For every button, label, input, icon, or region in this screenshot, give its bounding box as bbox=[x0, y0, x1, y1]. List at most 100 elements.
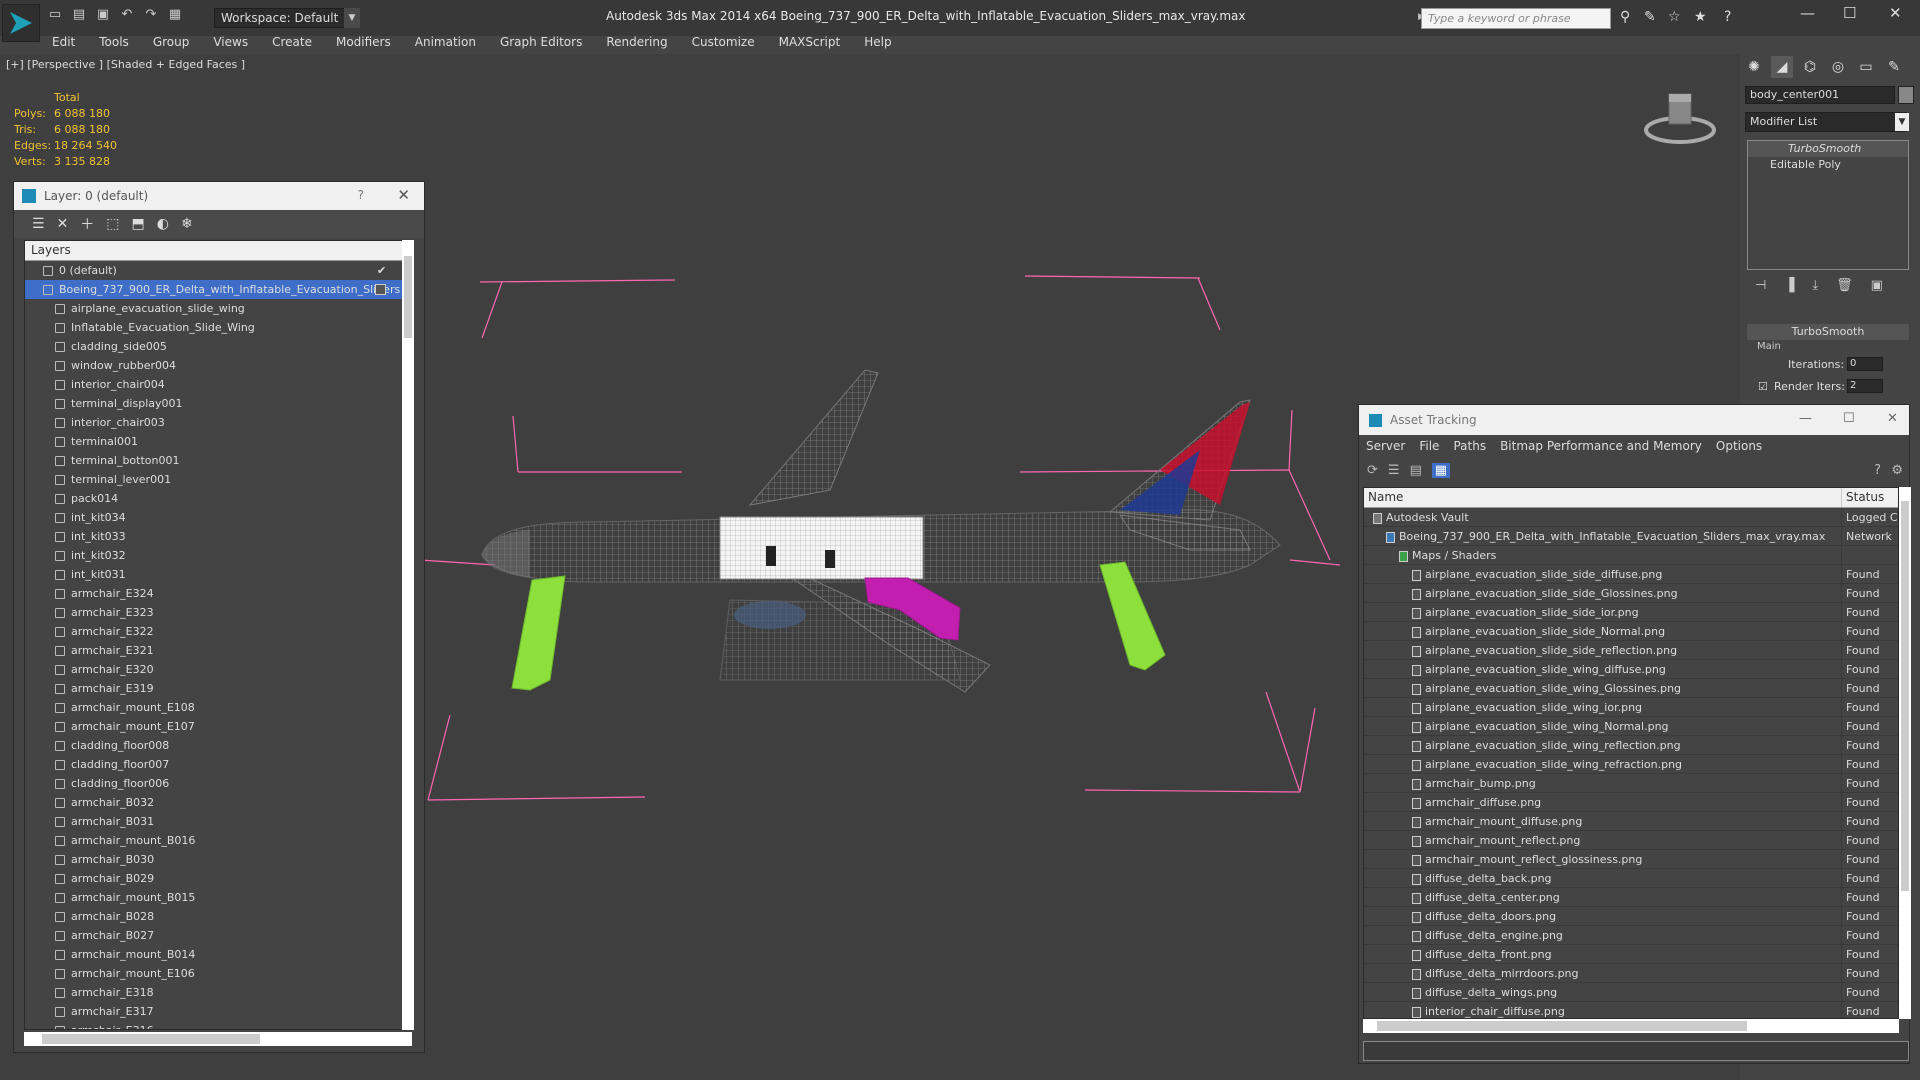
make-unique-icon[interactable]: ⤓ bbox=[1812, 278, 1818, 293]
help-icon[interactable]: ? bbox=[1874, 463, 1881, 478]
layer-item[interactable]: cladding_side005 bbox=[25, 337, 411, 356]
asset-row[interactable]: airplane_evacuation_slide_wing_refractio… bbox=[1364, 755, 1898, 774]
layer-item[interactable]: terminal_botton001 bbox=[25, 451, 411, 470]
layer-item[interactable]: armchair_E323 bbox=[25, 603, 411, 622]
asset-row[interactable]: airplane_evacuation_slide_side_diffuse.p… bbox=[1364, 565, 1898, 584]
asset-table-hscrollbar[interactable] bbox=[1363, 1019, 1899, 1033]
layer-item[interactable]: cladding_floor006 bbox=[25, 774, 411, 793]
freeze-all-icon[interactable]: ❄ bbox=[181, 216, 193, 232]
object-name-field[interactable]: body_center001 bbox=[1745, 86, 1895, 104]
workspace-dropdown[interactable]: Workspace: Default bbox=[214, 8, 354, 28]
table-view-icon[interactable]: ▦ bbox=[1431, 462, 1450, 478]
layer-item[interactable]: 0 (default) ✔ bbox=[25, 261, 411, 280]
layer-item[interactable]: armchair_B031 bbox=[25, 812, 411, 831]
layer-item[interactable]: armchair_mount_B016 bbox=[25, 831, 411, 850]
layer-item[interactable]: armchair_mount_B015 bbox=[25, 888, 411, 907]
layer-window-titlebar[interactable]: Layer: 0 (default) ? ✕ bbox=[14, 182, 424, 210]
set-current-layer-checkbox[interactable] bbox=[375, 284, 386, 295]
asset-row[interactable]: interior_chair_diffuse.png Found bbox=[1364, 1002, 1898, 1018]
layer-item[interactable]: airplane_evacuation_slide_wing bbox=[25, 299, 411, 318]
layer-item[interactable]: cladding_floor008 bbox=[25, 736, 411, 755]
layer-item[interactable]: cladding_floor007 bbox=[25, 755, 411, 774]
iterations-spinner[interactable]: 0 bbox=[1847, 357, 1883, 371]
asset-row[interactable]: armchair_mount_reflect.png Found bbox=[1364, 831, 1898, 850]
add-to-layer-icon[interactable]: ＋ bbox=[80, 214, 94, 234]
hierarchy-tab-icon[interactable]: ⌬ bbox=[1799, 56, 1821, 78]
asset-row[interactable]: diffuse_delta_wings.png Found bbox=[1364, 983, 1898, 1002]
create-layer-icon[interactable]: ☰ bbox=[32, 216, 45, 232]
modify-tab-icon[interactable]: ◢ bbox=[1771, 56, 1793, 78]
minimize-icon[interactable]: — bbox=[1799, 411, 1812, 426]
binoculars-icon[interactable]: ⚲ bbox=[1620, 9, 1630, 25]
layer-item[interactable]: armchair_B028 bbox=[25, 907, 411, 926]
search-input[interactable]: Type a keyword or phrase bbox=[1421, 8, 1611, 29]
layer-item[interactable]: armchair_mount_E107 bbox=[25, 717, 411, 736]
asset-tracking-titlebar[interactable]: Asset Tracking — ☐ ✕ bbox=[1359, 405, 1909, 435]
modifier-list-dropdown[interactable]: Modifier List bbox=[1745, 112, 1907, 132]
object-color-swatch[interactable] bbox=[1898, 86, 1914, 104]
close-icon[interactable]: ✕ bbox=[397, 186, 410, 204]
asset-row[interactable]: airplane_evacuation_slide_side_ior.png Fo… bbox=[1364, 603, 1898, 622]
status-column-header[interactable]: Status bbox=[1842, 488, 1888, 507]
layer-item[interactable]: Inflatable_Evacuation_Slide_Wing bbox=[25, 318, 411, 337]
scroll-thumb[interactable] bbox=[1377, 1021, 1747, 1031]
airplane-model[interactable] bbox=[420, 260, 1340, 820]
menu-customize[interactable]: Customize bbox=[680, 33, 767, 53]
asset-row[interactable]: airplane_evacuation_slide_wing_Glossines… bbox=[1364, 679, 1898, 698]
app-logo-button[interactable] bbox=[2, 4, 40, 42]
menu-help[interactable]: Help bbox=[852, 33, 903, 53]
menu-rendering[interactable]: Rendering bbox=[594, 33, 679, 53]
tree-view-icon[interactable]: ▤ bbox=[1410, 463, 1422, 478]
select-objects-icon[interactable]: ⬚ bbox=[106, 216, 119, 232]
asset-row[interactable]: armchair_mount_diffuse.png Found bbox=[1364, 812, 1898, 831]
layer-item[interactable]: terminal_display001 bbox=[25, 394, 411, 413]
menu-group[interactable]: Group bbox=[141, 33, 202, 53]
stack-item-editable-poly[interactable]: Editable Poly bbox=[1748, 157, 1908, 173]
layer-item[interactable]: armchair_mount_E108 bbox=[25, 698, 411, 717]
layer-item[interactable]: armchair_mount_E106 bbox=[25, 964, 411, 983]
menu-create[interactable]: Create bbox=[260, 33, 324, 53]
menu-maxscript[interactable]: MAXScript bbox=[767, 33, 853, 53]
layer-item[interactable]: int_kit032 bbox=[25, 546, 411, 565]
menu-graph-editors[interactable]: Graph Editors bbox=[488, 33, 594, 53]
asset-row[interactable]: diffuse_delta_mirrdoors.png Found bbox=[1364, 964, 1898, 983]
asset-row[interactable]: diffuse_delta_front.png Found bbox=[1364, 945, 1898, 964]
name-column-header[interactable]: Name bbox=[1364, 488, 1842, 507]
star-icon[interactable]: ★ bbox=[1694, 9, 1707, 25]
maximize-icon[interactable]: ☐ bbox=[1843, 411, 1855, 426]
layer-item[interactable]: Boeing_737_900_ER_Delta_with_Inflatable_… bbox=[25, 280, 411, 299]
asset-row[interactable]: armchair_diffuse.png Found bbox=[1364, 793, 1898, 812]
utilities-tab-icon[interactable]: ✎ bbox=[1883, 56, 1905, 78]
layer-list-scrollbar[interactable] bbox=[402, 240, 414, 1030]
menu-modifiers[interactable]: Modifiers bbox=[324, 33, 403, 53]
layer-item[interactable]: armchair_B029 bbox=[25, 869, 411, 888]
layer-item[interactable]: pack014 bbox=[25, 489, 411, 508]
configure-modifier-sets-icon[interactable]: ▣ bbox=[1871, 278, 1883, 293]
asset-row[interactable]: armchair_bump.png Found bbox=[1364, 774, 1898, 793]
layer-item[interactable]: armchair_E324 bbox=[25, 584, 411, 603]
layer-item[interactable]: armchair_E321 bbox=[25, 641, 411, 660]
asset-row[interactable]: Boeing_737_900_ER_Delta_with_Inflatable_… bbox=[1364, 527, 1898, 546]
refresh-icon[interactable]: ⟳ bbox=[1367, 463, 1378, 478]
turbosmooth-rollout-header[interactable]: TurboSmooth bbox=[1747, 324, 1909, 340]
asset-row[interactable]: diffuse_delta_engine.png Found bbox=[1364, 926, 1898, 945]
stack-item-turbosmooth[interactable]: TurboSmooth bbox=[1748, 141, 1908, 157]
asset-row[interactable]: airplane_evacuation_slide_wing_ior.png Fo… bbox=[1364, 698, 1898, 717]
maximize-icon[interactable]: ☐ bbox=[1843, 4, 1856, 22]
motion-tab-icon[interactable]: ◎ bbox=[1827, 56, 1849, 78]
layer-item[interactable]: armchair_E320 bbox=[25, 660, 411, 679]
asset-row[interactable]: airplane_evacuation_slide_wing_diffuse.p… bbox=[1364, 660, 1898, 679]
render-iters-checkbox[interactable]: ☑ bbox=[1758, 380, 1768, 393]
menu-paths[interactable]: Paths bbox=[1446, 439, 1493, 453]
scroll-thumb[interactable] bbox=[1901, 501, 1909, 891]
layer-item[interactable]: window_rubber004 bbox=[25, 356, 411, 375]
layers-column-header[interactable]: Layers bbox=[25, 241, 411, 261]
asset-row[interactable]: airplane_evacuation_slide_side_Normal.pn… bbox=[1364, 622, 1898, 641]
help-button[interactable]: ? bbox=[358, 188, 364, 202]
favorites-icon[interactable]: ☆ bbox=[1668, 9, 1681, 25]
layer-item[interactable]: armchair_mount_B014 bbox=[25, 945, 411, 964]
asset-row[interactable]: diffuse_delta_center.png Found bbox=[1364, 888, 1898, 907]
workspace-dropdown-arrow-icon[interactable]: ▼ bbox=[344, 8, 360, 28]
hide-all-icon[interactable]: ◐ bbox=[157, 216, 169, 232]
minimize-icon[interactable]: — bbox=[1800, 4, 1815, 22]
